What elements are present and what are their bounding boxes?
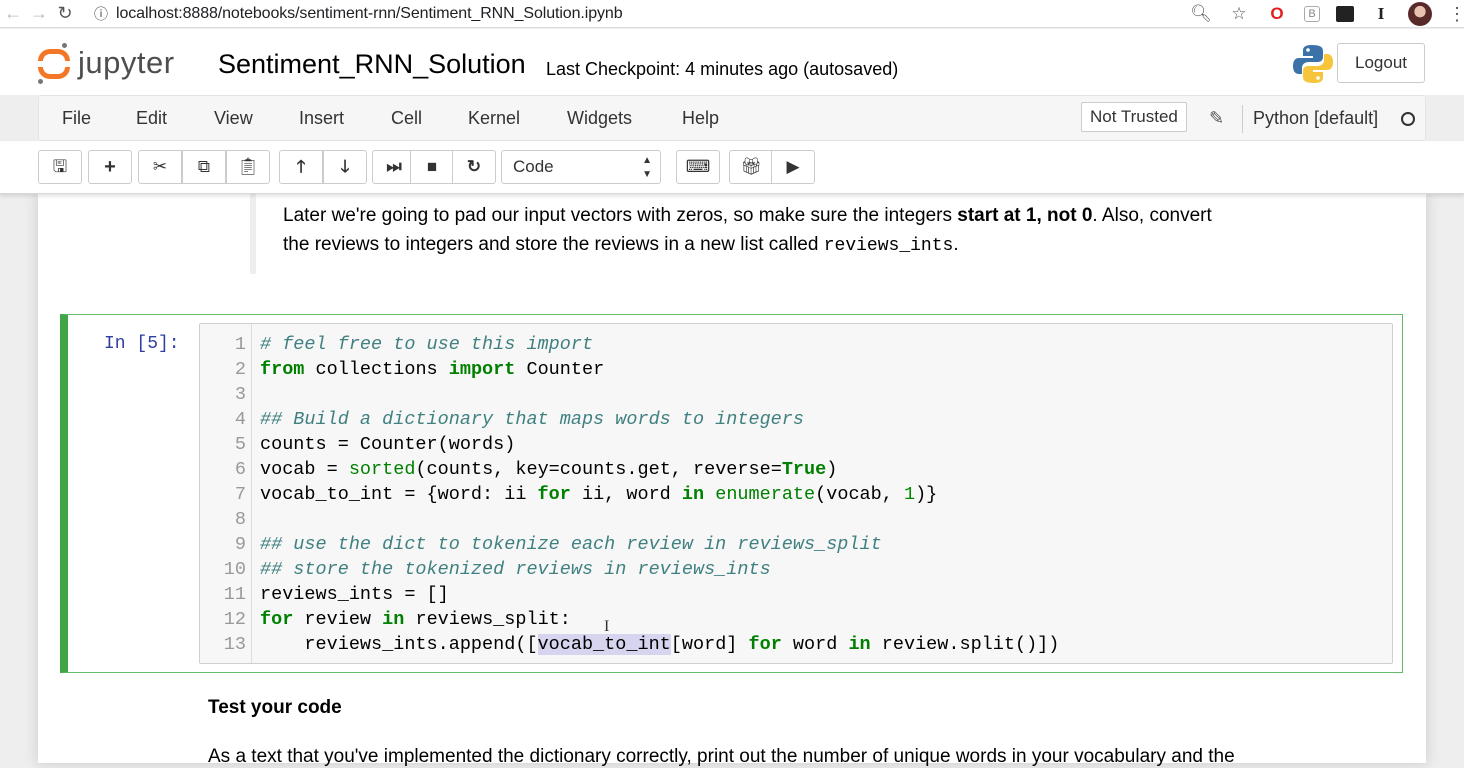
markdown-line-1: Later we're going to pad our input vecto… — [283, 205, 1212, 226]
extension-i-icon[interactable]: I — [1370, 4, 1392, 24]
interrupt-button[interactable]: ■ — [410, 150, 454, 184]
input-prompt: In [5]: — [104, 334, 180, 354]
stop-icon: ■ — [426, 157, 438, 176]
cell-type-value: Code — [513, 157, 554, 176]
notebook-toolbar: 🖫 + ✂ ⧉ 📋︎ 🡑 🡓 ⏭︎ ■ ↻ Code ▲ ▼ ⌨ 🎁︎ ▶ — [0, 141, 1464, 194]
menu-widgets[interactable]: Widgets — [567, 108, 632, 129]
code-line: 7 vocab_to_int = {word: ii for ii, word i… — [234, 484, 938, 505]
code-line: 10 ## store the tokenized reviews in revi… — [223, 559, 771, 580]
command-palette-button[interactable]: ⌨ — [676, 150, 720, 184]
address-bar[interactable]: localhost:8888/notebooks/sentiment-rnn/S… — [116, 5, 623, 23]
menu-kernel[interactable]: Kernel — [468, 108, 520, 129]
jupyter-header: jupyter Sentiment_RNN_Solution Last Chec… — [0, 29, 1464, 95]
zoom-icon[interactable]: 🔍︎ — [1190, 4, 1212, 24]
gift-icon: 🎁︎ — [740, 157, 762, 176]
restart-icon: ↻ — [466, 157, 482, 176]
markdown-cell-border — [250, 194, 256, 274]
save-icon: 🖫 — [52, 157, 68, 176]
arrow-down-icon: 🡓 — [340, 157, 350, 176]
menu-help[interactable]: Help — [682, 108, 719, 129]
paste-icon: 📋︎ — [237, 157, 259, 176]
move-up-button[interactable]: 🡑 — [279, 150, 323, 184]
browser-toolbar: ← → ↻ ⓘ localhost:8888/notebooks/sentime… — [0, 0, 1464, 28]
menu-insert[interactable]: Insert — [299, 108, 344, 129]
play-circle-icon: ▶ — [786, 157, 800, 176]
code-line: 4 ## Build a dictionary that maps words t… — [234, 409, 804, 430]
test-heading: Test your code — [208, 697, 342, 718]
code-line: 1 # feel free to use this import — [234, 334, 594, 355]
scissors-icon: ✂ — [152, 157, 168, 176]
copy-icon: ⧉ — [197, 157, 211, 176]
profile-avatar[interactable] — [1408, 2, 1432, 26]
menu-edit[interactable]: Edit — [136, 108, 167, 129]
plus-icon: + — [104, 156, 116, 178]
kernel-name[interactable]: Python [default] — [1253, 108, 1378, 129]
jupyter-logo-text: jupyter — [78, 45, 175, 80]
restart-button[interactable]: ↻ — [452, 150, 496, 184]
code-line: 5 counts = Counter(words) — [234, 434, 516, 455]
arrow-up-icon: 🡑 — [296, 157, 306, 176]
step-forward-icon: ⏭︎ — [386, 157, 402, 176]
python-logo-icon — [1293, 45, 1333, 83]
code-line: 12 for review in reviews_split: — [223, 609, 571, 630]
jupyter-logo[interactable]: jupyter — [38, 43, 175, 84]
logout-button[interactable]: Logout — [1337, 43, 1425, 83]
notebook-name[interactable]: Sentiment_RNN_Solution — [218, 49, 526, 80]
code-line: 8 — [234, 509, 246, 530]
code-line: 6 vocab = sorted(counts, key=counts.get, … — [234, 459, 838, 480]
code-line: 11 reviews_ints = [] — [223, 584, 449, 605]
opera-extension-icon[interactable]: O — [1266, 4, 1288, 24]
menu-view[interactable]: View — [214, 108, 253, 129]
code-line: 13 reviews_ints.append([vocab_to_int[wor… — [223, 634, 1060, 655]
cell-type-select[interactable]: Code ▲ ▼ — [501, 150, 661, 184]
browser-menu-icon[interactable]: ⋮ — [1448, 4, 1464, 25]
code-line: 2 from collections import Counter — [234, 359, 605, 380]
jupyter-logo-icon — [38, 43, 70, 84]
checkpoint-status: Last Checkpoint: 4 minutes ago (autosave… — [546, 59, 899, 79]
reload-icon[interactable]: ↻ — [52, 3, 78, 24]
paste-button[interactable]: 📋︎ — [226, 150, 270, 184]
keyboard-icon: ⌨ — [685, 157, 711, 176]
select-arrows-icon: ▲ ▼ — [642, 155, 652, 180]
extension-dark-icon[interactable] — [1336, 6, 1354, 22]
video-button[interactable]: ▶ — [771, 150, 815, 184]
code-line: 3 — [234, 384, 246, 405]
test-paragraph: As a text that you've implemented the di… — [208, 746, 1235, 767]
save-button[interactable]: 🖫 — [38, 150, 82, 184]
menubar: File Edit View Insert Cell Kernel Widget… — [38, 95, 1426, 141]
not-trusted-button[interactable]: Not Trusted — [1081, 102, 1187, 132]
forward-icon[interactable]: → — [26, 3, 52, 24]
selected-text: vocab_to_int — [537, 634, 671, 655]
kernel-status-icon — [1401, 112, 1415, 126]
markdown-line-2: the reviews to integers and store the re… — [283, 234, 959, 256]
code-line: 9 ## use the dict to tokenize each review… — [234, 534, 882, 555]
text-cursor-icon: I — [604, 618, 610, 635]
bookmark-star-icon[interactable]: ☆ — [1228, 4, 1250, 24]
menu-file[interactable]: File — [62, 108, 91, 129]
menu-cell[interactable]: Cell — [391, 108, 422, 129]
cut-button[interactable]: ✂ — [138, 150, 182, 184]
insert-cell-button[interactable]: + — [88, 150, 132, 184]
present-gift-button[interactable]: 🎁︎ — [729, 150, 773, 184]
menubar-divider — [1242, 105, 1243, 133]
move-down-button[interactable]: 🡓 — [323, 150, 367, 184]
back-icon[interactable]: ← — [0, 3, 26, 24]
extension-b-icon[interactable]: B — [1304, 6, 1320, 22]
copy-button[interactable]: ⧉ — [182, 150, 226, 184]
code-editor[interactable]: 1 # feel free to use this import 2 from co… — [199, 323, 1393, 664]
info-icon[interactable]: ⓘ — [92, 4, 110, 24]
edit-pencil-icon[interactable]: ✎ — [1209, 108, 1224, 129]
